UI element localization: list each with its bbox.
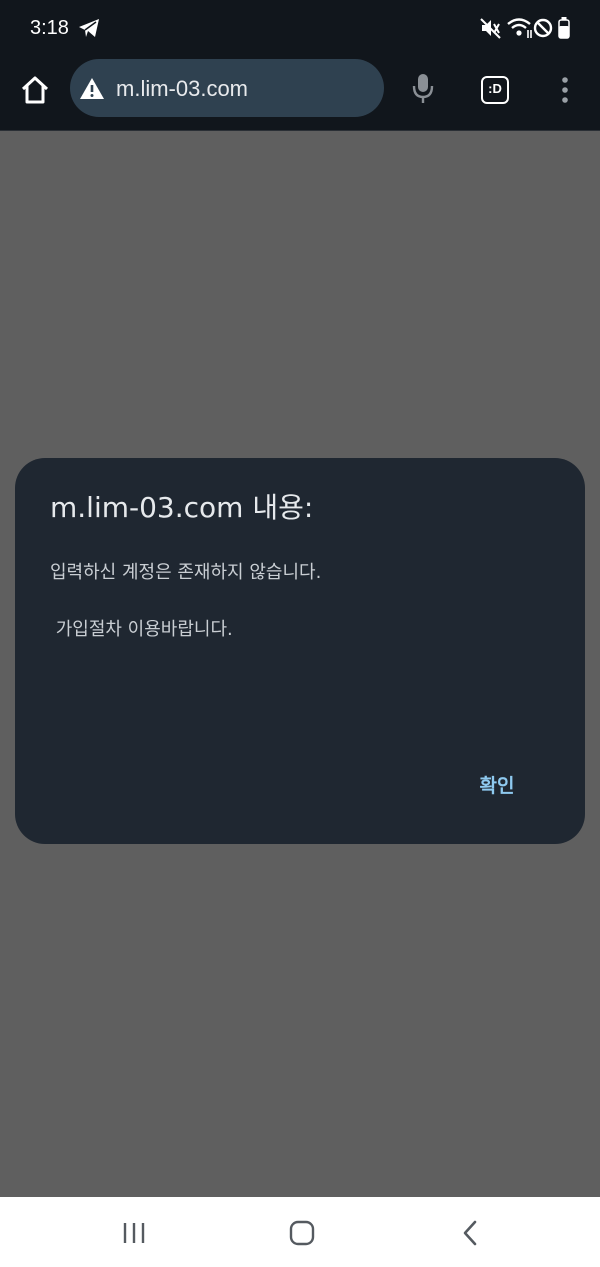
- dialog-message-line-1: 입력하신 계정은 존재하지 않습니다.: [50, 562, 322, 583]
- address-bar[interactable]: m.lim-03.com: [70, 59, 384, 117]
- status-bar: 3:18: [0, 0, 600, 56]
- home-button-icon[interactable]: [288, 1220, 316, 1250]
- dialog-title: m.lim-03.com 내용:: [50, 491, 314, 524]
- status-time: 3:18: [30, 17, 69, 39]
- more-vert-icon[interactable]: [559, 76, 571, 108]
- navigation-bar: [0, 1197, 600, 1267]
- ok-button[interactable]: 확인: [463, 766, 531, 806]
- telegram-icon: [78, 18, 100, 42]
- do-not-disturb-icon: [533, 18, 553, 42]
- alert-dialog: m.lim-03.com 내용: 입력하신 계정은 존재하지 않습니다. 가입절…: [15, 458, 585, 844]
- tab-switcher-icon[interactable]: :D: [481, 76, 509, 104]
- recent-apps-icon[interactable]: [121, 1221, 147, 1249]
- dialog-message-line-2: 가입절차 이용바랍니다.: [50, 619, 233, 640]
- url-text[interactable]: m.lim-03.com: [116, 76, 248, 102]
- warning-triangle-icon[interactable]: [79, 77, 105, 105]
- mic-icon[interactable]: [411, 72, 435, 110]
- home-icon[interactable]: [19, 74, 51, 110]
- mute-vibrate-icon: [480, 17, 502, 43]
- wifi-icon: [506, 16, 534, 44]
- browser-toolbar: m.lim-03.com :D: [0, 56, 600, 131]
- tab-switcher-label: :D: [488, 81, 502, 96]
- battery-icon: [558, 17, 570, 43]
- back-icon[interactable]: [460, 1220, 480, 1250]
